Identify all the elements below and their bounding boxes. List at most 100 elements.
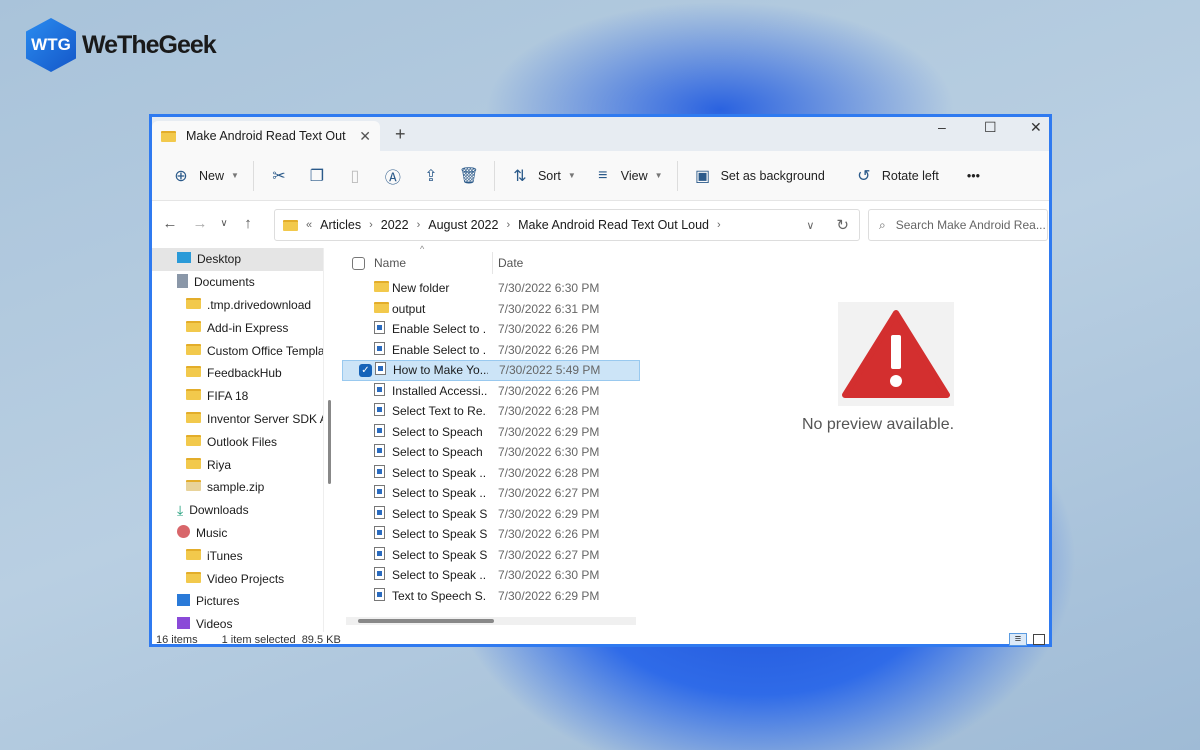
close-tab-icon[interactable]: ✕ (359, 128, 371, 145)
file-date: 7/30/2022 6:30 PM (498, 568, 600, 583)
sidebar-item-label: Custom Office Template (207, 343, 324, 358)
sidebar-item[interactable]: sample.zip (152, 476, 323, 499)
breadcrumb-articles[interactable]: Articles (320, 218, 361, 232)
breadcrumb-overflow[interactable]: « (306, 219, 312, 231)
sort-icon: ⇅ (513, 167, 527, 185)
search-icon: ⌕ (879, 217, 886, 232)
navigation-pane-scrollbar[interactable] (328, 400, 331, 484)
sidebar-item[interactable]: Riya (152, 453, 323, 476)
more-options-button[interactable]: ••• (959, 160, 988, 192)
sidebar-item[interactable]: Desktop (152, 248, 323, 271)
forward-button[interactable]: → (188, 215, 212, 232)
up-button[interactable]: ↑ (236, 215, 260, 232)
sidebar-item[interactable]: ⤓ Downloads (152, 499, 323, 522)
file-row[interactable]: Installed Accessi... 7/30/2022 6:26 PM (342, 381, 640, 402)
sidebar-item[interactable]: Add-in Express (152, 316, 323, 339)
maximize-button[interactable]: ☐ (984, 119, 997, 136)
file-name: Select to Speak ... (392, 486, 487, 501)
file-row[interactable]: Select to Speak S... 7/30/2022 6:27 PM (342, 545, 640, 566)
folder-icon (186, 320, 201, 335)
sidebar-item[interactable]: Videos (152, 613, 323, 632)
breadcrumb-august-2022[interactable]: August 2022 (428, 218, 498, 232)
file-row[interactable]: Select to Speak ... 7/30/2022 6:28 PM (342, 463, 640, 484)
sidebar-item[interactable]: iTunes (152, 544, 323, 567)
file-date: 7/30/2022 6:29 PM (498, 588, 600, 603)
file-row[interactable]: New folder 7/30/2022 6:30 PM (342, 278, 640, 299)
logo-text: WeTheGeek (82, 30, 217, 59)
sidebar-item[interactable]: .tmp.drivedownload (152, 294, 323, 317)
sidebar-item[interactable]: Inventor Server SDK AC (152, 408, 323, 431)
file-row[interactable]: Select Text to Re... 7/30/2022 6:28 PM (342, 401, 640, 422)
address-dropdown-icon[interactable]: ∨ (806, 219, 814, 232)
column-name[interactable]: Name (374, 256, 406, 270)
rotate-left-button[interactable]: ↺ Rotate left (845, 160, 947, 192)
delete-button[interactable]: 🗑 (450, 160, 488, 192)
file-row[interactable]: ✓ How to Make Yo... 7/30/2022 5:49 PM (342, 360, 640, 381)
videos-icon (177, 616, 190, 632)
new-button[interactable]: ⊕ New ▼ (162, 160, 247, 192)
file-name: Select to Speak ... (392, 568, 487, 583)
rename-button[interactable]: Ⓐ (374, 160, 412, 192)
select-all-checkbox[interactable] (352, 256, 365, 270)
file-row[interactable]: Select to Speak ... 7/30/2022 6:30 PM (342, 565, 640, 586)
back-button[interactable]: ← (158, 215, 182, 232)
file-date: 7/30/2022 6:28 PM (498, 404, 600, 419)
breadcrumb-2022[interactable]: 2022 (381, 218, 409, 232)
file-row[interactable]: output 7/30/2022 6:31 PM (342, 299, 640, 320)
file-row[interactable]: Enable Select to ... 7/30/2022 6:26 PM (342, 319, 640, 340)
refresh-icon[interactable]: ↻ (836, 216, 849, 234)
file-row[interactable]: Select to Speak ... 7/30/2022 6:27 PM (342, 483, 640, 504)
sidebar-item[interactable]: Documents (152, 271, 323, 294)
address-bar[interactable]: « Articles › 2022 › August 2022 › Make Andr… (274, 209, 860, 241)
copy-button[interactable]: ❐ (298, 160, 336, 192)
sidebar-item-label: .tmp.drivedownload (207, 297, 312, 312)
sidebar-item[interactable]: Outlook Files (152, 430, 323, 453)
sidebar-item[interactable]: Custom Office Template (152, 339, 323, 362)
scrollbar-thumb[interactable] (358, 619, 494, 623)
sidebar-item[interactable]: Video Projects (152, 567, 323, 590)
rename-icon: Ⓐ (384, 169, 401, 187)
horizontal-scrollbar[interactable] (346, 617, 636, 625)
file-row[interactable]: Enable Select to ... 7/30/2022 6:26 PM (342, 340, 640, 361)
new-tab-button[interactable]: + (395, 124, 406, 145)
logo-mark: WTG (26, 18, 76, 72)
file-row[interactable]: Select to Speach ... 7/30/2022 6:29 PM (342, 422, 640, 443)
file-row[interactable]: Text to Speech S... 7/30/2022 6:29 PM (342, 586, 640, 607)
column-date[interactable]: Date (498, 256, 523, 270)
image-file-icon (375, 362, 386, 378)
selection-info: 1 item selected 89.5 KB (222, 634, 341, 646)
view-button[interactable]: ≡ View ▼ (584, 160, 671, 192)
sort-button[interactable]: ⇅ Sort ▼ (501, 160, 584, 192)
file-row[interactable]: Select to Speach ... 7/30/2022 6:30 PM (342, 442, 640, 463)
large-icons-view-button[interactable] (1033, 634, 1045, 645)
command-bar: ⊕ New ▼ ✂ ❐ ▯ Ⓐ ⇪ 🗑 ⇅ Sort ▼ ≡ View ▼ ▣ Set as … (152, 151, 1049, 201)
set-as-background-button[interactable]: ▣ Set as background (684, 160, 833, 192)
file-row[interactable]: Select to Speak S... 7/30/2022 6:26 PM (342, 524, 640, 545)
row-checkbox[interactable]: ✓ (359, 363, 372, 377)
close-window-button[interactable]: ✕ (1030, 119, 1042, 136)
recent-locations-button[interactable]: ∨ (212, 218, 236, 229)
chevron-right-icon: › (506, 219, 511, 231)
image-file-icon (374, 526, 385, 542)
search-box[interactable]: ⌕ Search Make Android Rea... (868, 209, 1048, 241)
file-date: 7/30/2022 6:28 PM (498, 465, 600, 480)
sidebar-item-label: Inventor Server SDK AC (207, 411, 324, 426)
tab-current-folder[interactable]: Make Android Read Text Out ✕ (152, 121, 380, 151)
file-name: Select to Speach ... (392, 445, 487, 460)
share-button[interactable]: ⇪ (412, 160, 450, 192)
minimize-button[interactable]: – (938, 119, 946, 135)
details-view-button[interactable]: ≡ (1009, 633, 1027, 646)
sidebar-item-label: Downloads (189, 503, 249, 518)
sidebar-item[interactable]: Music (152, 522, 323, 545)
sidebar-item[interactable]: FeedbackHub (152, 362, 323, 385)
preview-pane: No preview available. (642, 248, 1049, 632)
sidebar-item[interactable]: Pictures (152, 590, 323, 613)
breadcrumb-current-folder[interactable]: Make Android Read Text Out Loud (518, 218, 709, 232)
wethegeek-logo: WTG WeTheGeek (26, 18, 217, 72)
file-row[interactable]: Select to Speak S... 7/30/2022 6:29 PM (342, 504, 640, 525)
file-name: Enable Select to ... (392, 342, 487, 357)
sidebar-item[interactable]: FIFA 18 (152, 385, 323, 408)
cut-button[interactable]: ✂ (260, 160, 298, 192)
navigation-pane: Desktop Documents .tmp.drivedownload Add-in… (152, 248, 324, 632)
paste-button[interactable]: ▯ (336, 160, 374, 192)
